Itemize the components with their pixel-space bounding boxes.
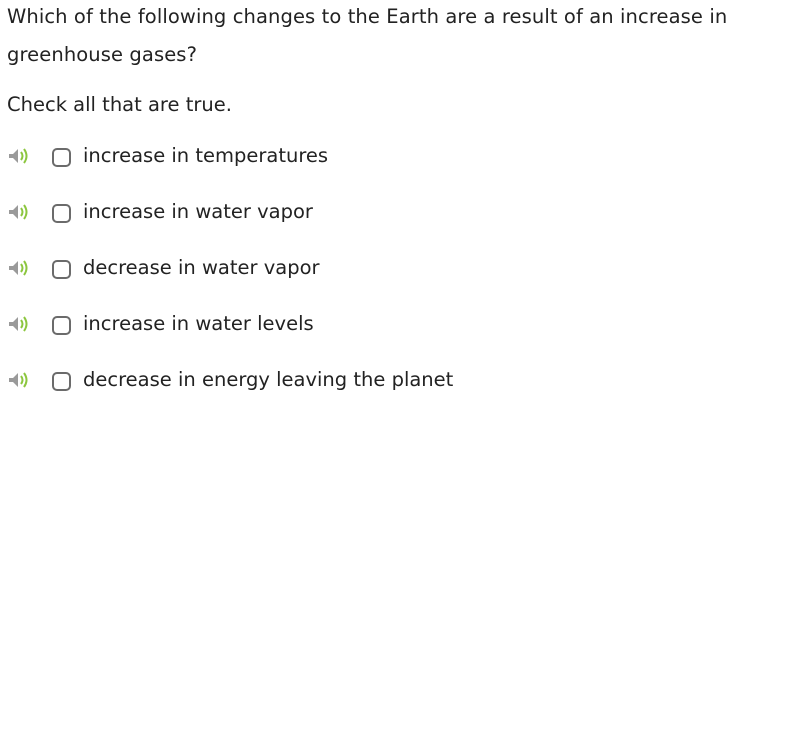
speaker-icon[interactable] [5, 313, 35, 335]
speaker-icon[interactable] [5, 145, 35, 167]
option-label[interactable]: decrease in water vapor [83, 255, 320, 281]
option-label[interactable]: increase in water vapor [83, 199, 313, 225]
option-checkbox[interactable] [52, 204, 71, 223]
instruction-text: Check all that are true. [7, 93, 232, 116]
option-checkbox[interactable] [52, 372, 71, 391]
speaker-icon[interactable] [5, 257, 35, 279]
option-label[interactable]: increase in temperatures [83, 143, 328, 169]
option-checkbox[interactable] [52, 260, 71, 279]
speaker-icon[interactable] [5, 369, 35, 391]
question-text: Which of the following changes to the Ea… [7, 5, 728, 66]
option-checkbox[interactable] [52, 316, 71, 335]
option-label[interactable]: decrease in energy leaving the planet [83, 367, 453, 393]
option-label[interactable]: increase in water levels [83, 311, 314, 337]
option-checkbox[interactable] [52, 148, 71, 167]
speaker-icon[interactable] [5, 201, 35, 223]
